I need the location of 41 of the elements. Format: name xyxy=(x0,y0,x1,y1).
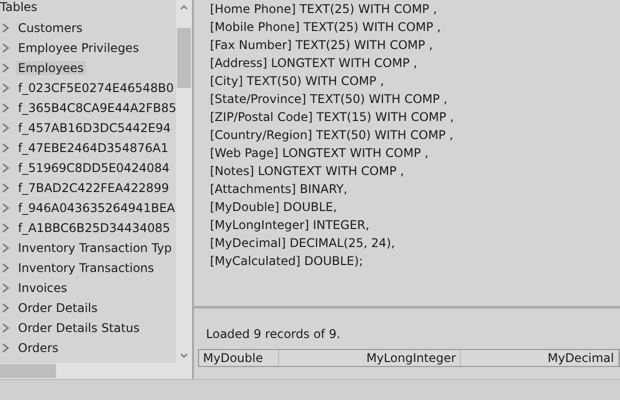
sql-line: [Mobile Phone] TEXT(25) WITH COMP , xyxy=(210,19,442,36)
scroll-thumb[interactable] xyxy=(0,364,56,378)
sql-line: [Web Page] LONGTEXT WITH COMP , xyxy=(210,145,430,162)
tree-item[interactable]: f_A1BBC6B25D34434085 xyxy=(16,221,172,235)
sql-line: [MyDouble] DOUBLE, xyxy=(210,199,338,216)
tree-item[interactable]: f_365B4C8CA9E44A2FB85 xyxy=(16,101,176,115)
status-text: Loaded 9 records of 9. xyxy=(205,326,342,343)
sql-line: [Attachments] BINARY, xyxy=(210,181,348,198)
tree-item[interactable]: f_946A043635264941BEA xyxy=(16,201,176,215)
tree-item[interactable]: Customers xyxy=(16,21,85,35)
sql-line: [Country/Region] TEXT(50) WITH COMP , xyxy=(210,127,454,144)
tree-root-label: Tables xyxy=(0,0,38,16)
tree-item[interactable]: Inventory Transaction Typ xyxy=(16,241,174,255)
sql-line: [ZIP/Postal Code] TEXT(15) WITH COMP , xyxy=(210,109,455,126)
tree-item[interactable]: Order Details Status xyxy=(16,321,142,335)
tree-item[interactable]: f_023CF5E0274E46548B0 xyxy=(16,81,176,95)
column-header[interactable]: MyLongInteger xyxy=(279,350,461,366)
horizontal-scrollbar[interactable] xyxy=(0,363,192,379)
tree-item[interactable]: f_51969C8DD5E0424084 xyxy=(16,161,172,175)
tree-item[interactable]: Employee Privileges xyxy=(16,41,141,55)
tree-item[interactable]: Invoices xyxy=(16,281,70,295)
sql-line: [Address] LONGTEXT WITH COMP , xyxy=(210,55,418,72)
sql-line: [State/Province] TEXT(50) WITH COMP , xyxy=(210,91,448,108)
tree-item[interactable]: Orders xyxy=(16,341,60,355)
tree-item[interactable]: Employees xyxy=(16,61,86,75)
sql-line: [Fax Number] TEXT(25) WITH COMP , xyxy=(210,37,434,54)
tree-item[interactable]: f_457AB16D3DC5442E94 xyxy=(16,121,173,135)
column-header[interactable]: MyDecimal xyxy=(461,350,619,366)
vertical-scrollbar[interactable] xyxy=(176,0,192,363)
tree-item[interactable]: Inventory Transactions xyxy=(16,261,156,275)
column-header[interactable]: MyDouble xyxy=(199,350,279,366)
sql-line: [City] TEXT(50) WITH COMP , xyxy=(210,73,386,90)
sql-line: [Notes] LONGTEXT WITH COMP , xyxy=(210,163,406,180)
scroll-thumb[interactable] xyxy=(177,28,191,88)
tree-item[interactable]: Order Details xyxy=(16,301,100,315)
tree-item[interactable]: f_7BAD2C422FEA422899 xyxy=(16,181,171,195)
sql-line: [MyDecimal] DECIMAL(25, 24), xyxy=(210,235,396,252)
tree-item[interactable]: f_47EBE2464D354876A1 xyxy=(16,141,170,155)
sql-line: [MyCalculated] DOUBLE); xyxy=(210,253,364,270)
sql-line: [Home Phone] TEXT(25) WITH COMP , xyxy=(210,1,438,18)
sql-line: [MyLongInteger] INTEGER, xyxy=(210,217,370,234)
